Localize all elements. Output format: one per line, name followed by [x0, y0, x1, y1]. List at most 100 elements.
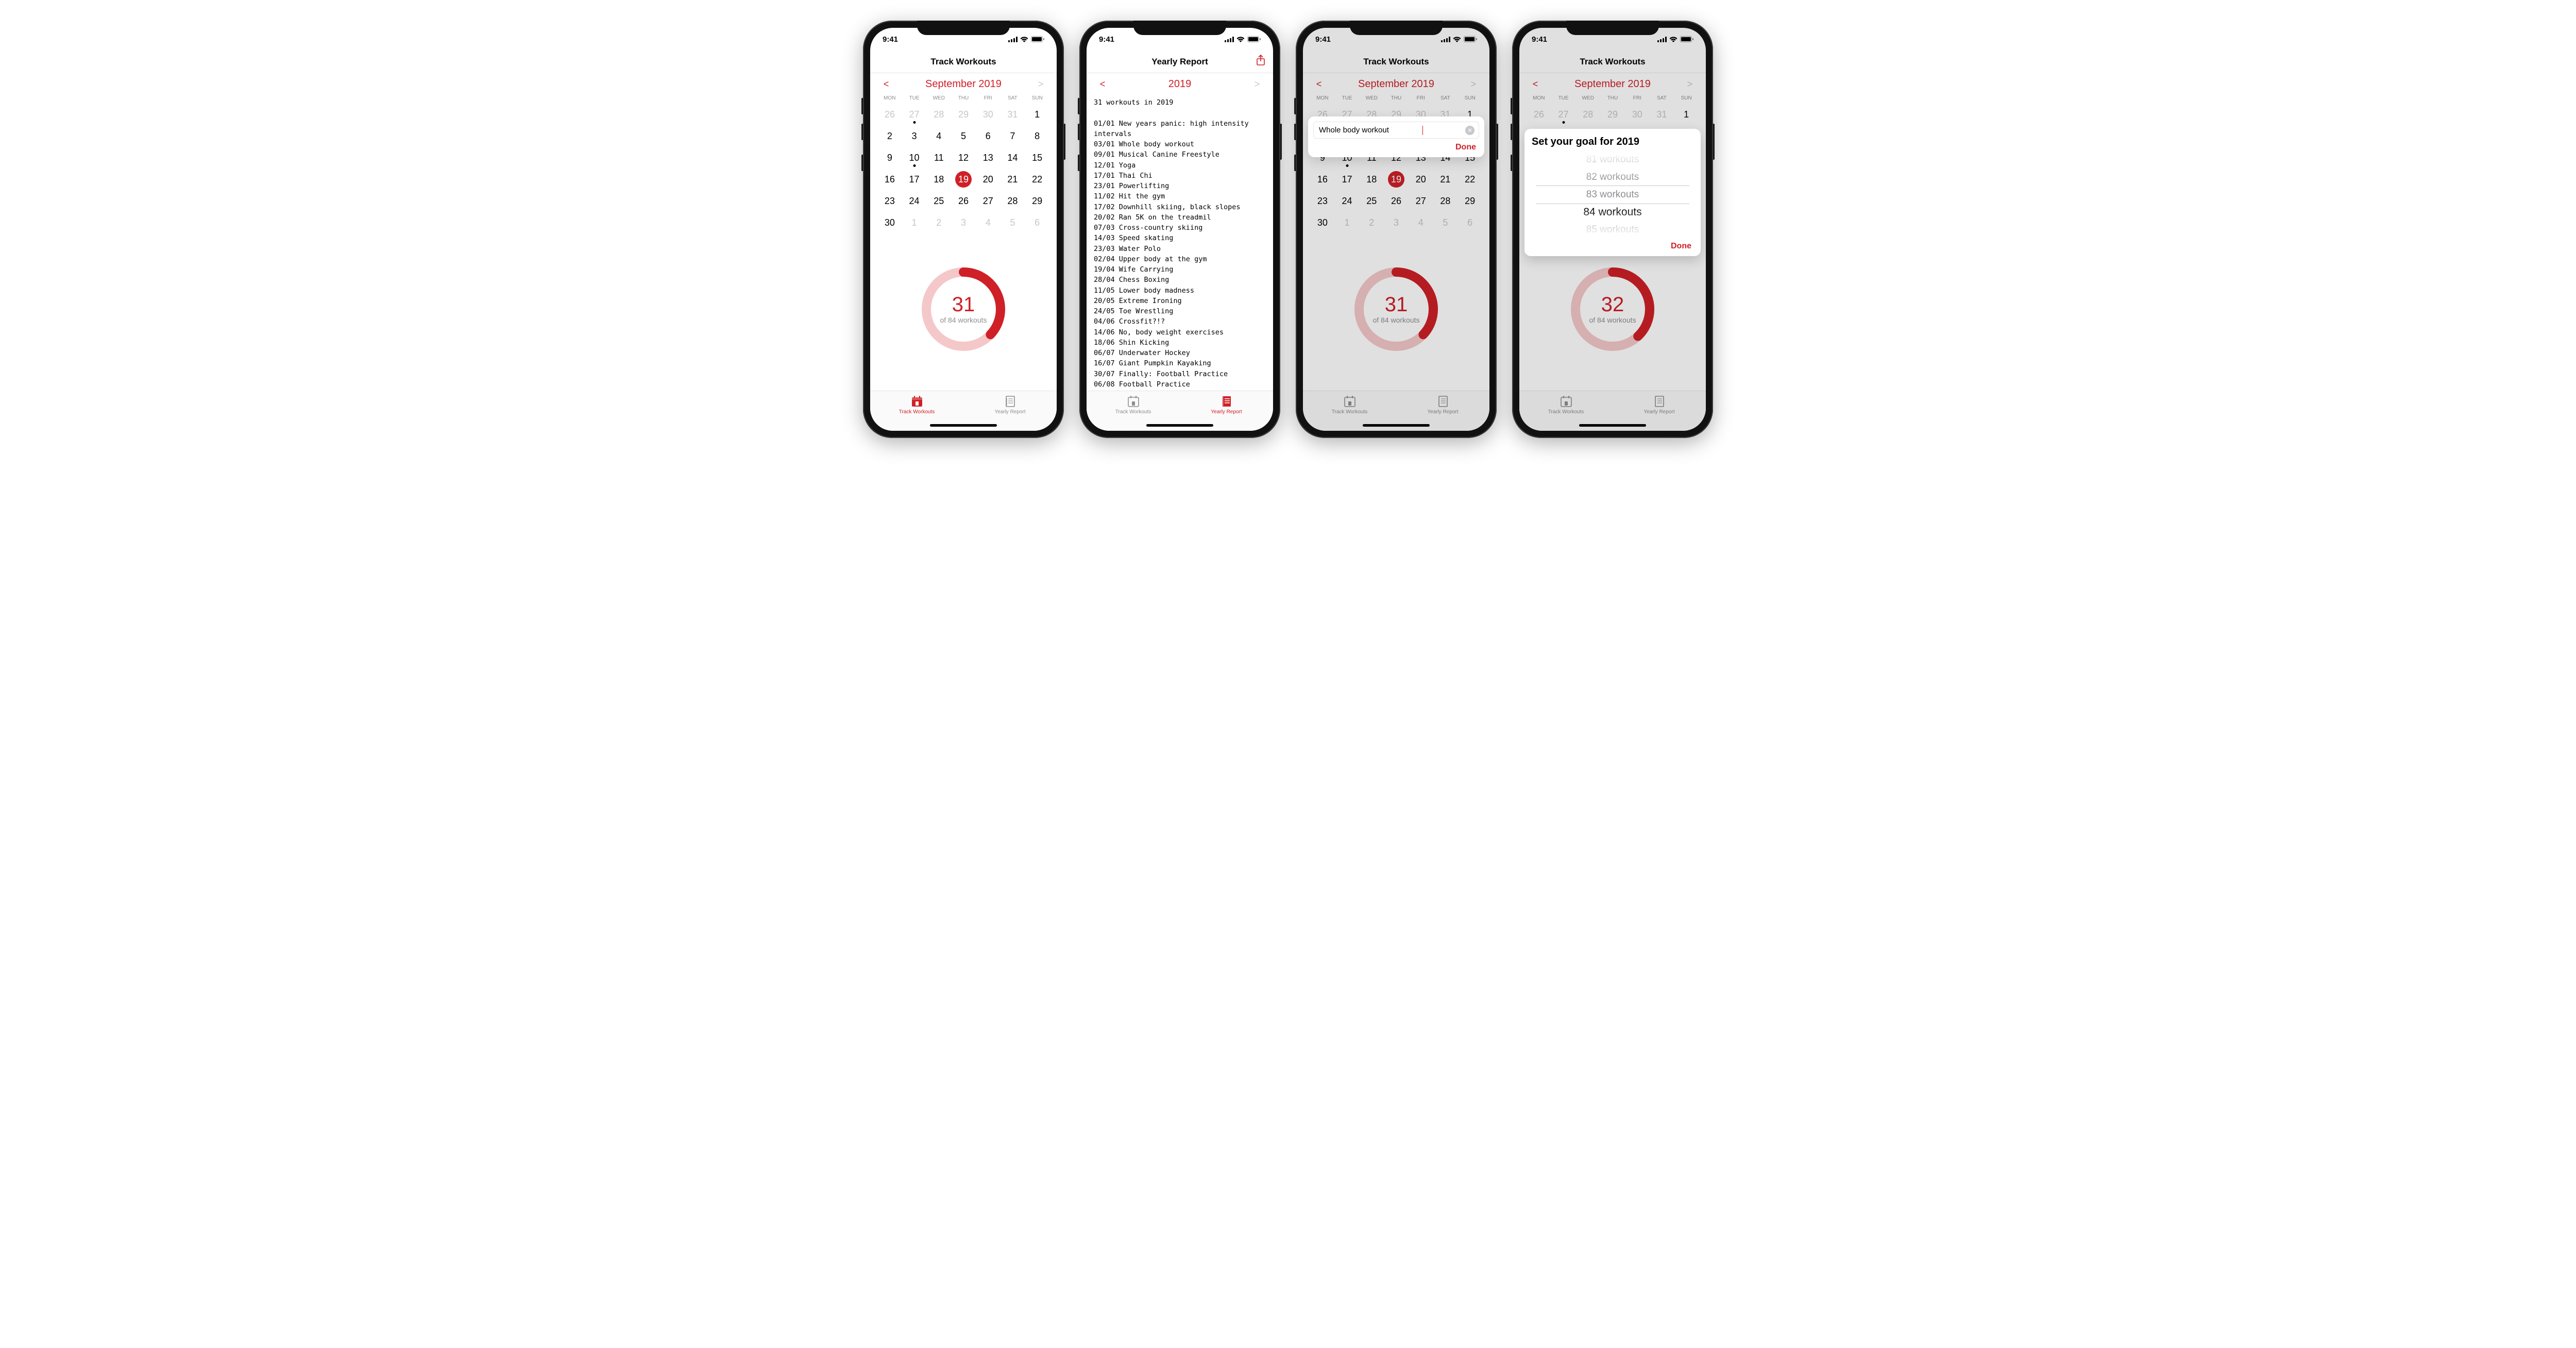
- wifi-icon: [1020, 37, 1028, 42]
- cellular-icon: [1008, 37, 1018, 42]
- calendar-day[interactable]: 28: [926, 104, 951, 125]
- calendar-day[interactable]: 9: [877, 147, 902, 168]
- weekday-header: MONTUEWEDTHUFRISATSUN: [870, 92, 1057, 103]
- prev-year-button[interactable]: <: [1098, 79, 1107, 90]
- done-button[interactable]: Done: [1313, 139, 1479, 153]
- calendar-day[interactable]: 21: [1001, 169, 1025, 190]
- calendar-day[interactable]: 24: [902, 191, 927, 211]
- clear-text-button[interactable]: ✕: [1465, 126, 1475, 135]
- weekday-label: MON: [877, 92, 902, 103]
- calendar-day[interactable]: 10: [902, 147, 927, 168]
- calendar-day[interactable]: 29: [1025, 191, 1049, 211]
- calendar-day[interactable]: 27: [902, 104, 927, 125]
- tab-label: Yearly Report: [994, 409, 1025, 415]
- cellular-icon: [1225, 37, 1234, 42]
- calendar-day[interactable]: 7: [1001, 126, 1025, 146]
- tab-label: Yearly Report: [1211, 409, 1242, 415]
- goal-picker[interactable]: 81 workouts82 workouts83 workouts84 work…: [1532, 151, 1693, 239]
- year-title[interactable]: 2019: [1168, 78, 1192, 90]
- home-indicator[interactable]: [1363, 424, 1430, 427]
- phone-frame-2: 9:41 Yearly Report < 2019 > 31 workouts …: [1079, 21, 1280, 438]
- calendar-day[interactable]: 1: [902, 212, 927, 233]
- calendar-day[interactable]: 27: [976, 191, 1001, 211]
- picker-option[interactable]: 85 workouts: [1586, 221, 1639, 239]
- calendar-day[interactable]: 20: [976, 169, 1001, 190]
- notch: [1350, 21, 1443, 35]
- calendar-day[interactable]: 25: [926, 191, 951, 211]
- calendar-day[interactable]: 3: [902, 126, 927, 146]
- progress-ring[interactable]: 31 of 84 workouts: [920, 265, 1007, 353]
- battery-icon: [1247, 36, 1261, 42]
- ring-count: 31: [952, 294, 975, 315]
- calendar-day[interactable]: 28: [1001, 191, 1025, 211]
- year-header: < 2019 >: [1087, 73, 1273, 92]
- phone-frame-4: 9:41 Track Workouts < September 2019 > M…: [1512, 21, 1713, 438]
- next-month-button[interactable]: >: [1036, 79, 1045, 90]
- nav-bar: Yearly Report: [1087, 50, 1273, 73]
- calendar-day[interactable]: 12: [951, 147, 976, 168]
- calendar-day[interactable]: 26: [951, 191, 976, 211]
- month-header: < September 2019 >: [870, 73, 1057, 92]
- picker-option[interactable]: 82 workouts: [1586, 168, 1639, 186]
- calendar-day[interactable]: 4: [926, 126, 951, 146]
- calendar-day[interactable]: 3: [951, 212, 976, 233]
- notch: [1566, 21, 1659, 35]
- nav-bar: Track Workouts: [870, 50, 1057, 73]
- dim-overlay[interactable]: [1303, 28, 1489, 431]
- calendar-day[interactable]: 2: [877, 126, 902, 146]
- tab-label: Track Workouts: [1115, 409, 1151, 415]
- home-indicator[interactable]: [1146, 424, 1213, 427]
- calendar-day[interactable]: 1: [1025, 104, 1049, 125]
- calendar-day[interactable]: 8: [1025, 126, 1049, 146]
- calendar-day[interactable]: 2: [926, 212, 951, 233]
- goal-sheet: Set your goal for 2019 81 workouts82 wor…: [1524, 129, 1701, 256]
- tab-label: Track Workouts: [899, 409, 935, 415]
- workout-name-input-wrap[interactable]: ✕: [1313, 122, 1479, 139]
- prev-month-button[interactable]: <: [882, 79, 891, 90]
- calendar-day[interactable]: 26: [877, 104, 902, 125]
- picker-option[interactable]: 84 workouts: [1583, 204, 1641, 221]
- calendar-day[interactable]: 17: [902, 169, 927, 190]
- status-time: 9:41: [1099, 35, 1114, 44]
- calendar-day[interactable]: 18: [926, 169, 951, 190]
- weekday-label: SUN: [1025, 92, 1049, 103]
- ring-subtitle: of 84 workouts: [940, 316, 987, 324]
- calendar-day[interactable]: 15: [1025, 147, 1049, 168]
- home-indicator[interactable]: [930, 424, 997, 427]
- calendar-day[interactable]: 13: [976, 147, 1001, 168]
- calendar-day[interactable]: 6: [1025, 212, 1049, 233]
- weekday-label: WED: [926, 92, 951, 103]
- picker-option[interactable]: 83 workouts: [1586, 186, 1639, 204]
- weekday-label: THU: [951, 92, 976, 103]
- calendar-day[interactable]: 4: [976, 212, 1001, 233]
- calendar-day[interactable]: 30: [976, 104, 1001, 125]
- next-year-button[interactable]: >: [1252, 79, 1262, 90]
- done-button[interactable]: Done: [1532, 239, 1693, 252]
- calendar-day[interactable]: 29: [951, 104, 976, 125]
- weekday-label: TUE: [902, 92, 927, 103]
- calendar-day[interactable]: 6: [976, 126, 1001, 146]
- calendar-day[interactable]: 11: [926, 147, 951, 168]
- calendar-day[interactable]: 16: [877, 169, 902, 190]
- calendar-grid[interactable]: 2627282930311234567891011121314151617181…: [870, 103, 1057, 233]
- calendar-day[interactable]: 5: [1001, 212, 1025, 233]
- workout-dot-icon: [913, 164, 916, 167]
- workout-dot-icon: [913, 121, 916, 124]
- calendar-day[interactable]: 14: [1001, 147, 1025, 168]
- calendar-day[interactable]: 23: [877, 191, 902, 211]
- month-title[interactable]: September 2019: [925, 78, 1002, 90]
- calendar-day[interactable]: 30: [877, 212, 902, 233]
- calendar-day[interactable]: 22: [1025, 169, 1049, 190]
- text-caret: [1422, 126, 1423, 135]
- report-text[interactable]: 31 workouts in 2019 01/01 New years pani…: [1087, 92, 1273, 391]
- home-indicator[interactable]: [1579, 424, 1646, 427]
- workout-name-input[interactable]: [1318, 125, 1422, 135]
- calendar-day[interactable]: 5: [951, 126, 976, 146]
- nav-title: Track Workouts: [930, 57, 996, 67]
- picker-option[interactable]: 81 workouts: [1586, 151, 1639, 168]
- share-button[interactable]: [1256, 55, 1266, 69]
- nav-title: Yearly Report: [1151, 57, 1208, 67]
- calendar-day[interactable]: 31: [1001, 104, 1025, 125]
- weekday-label: FRI: [976, 92, 1001, 103]
- calendar-day[interactable]: 19: [951, 169, 976, 190]
